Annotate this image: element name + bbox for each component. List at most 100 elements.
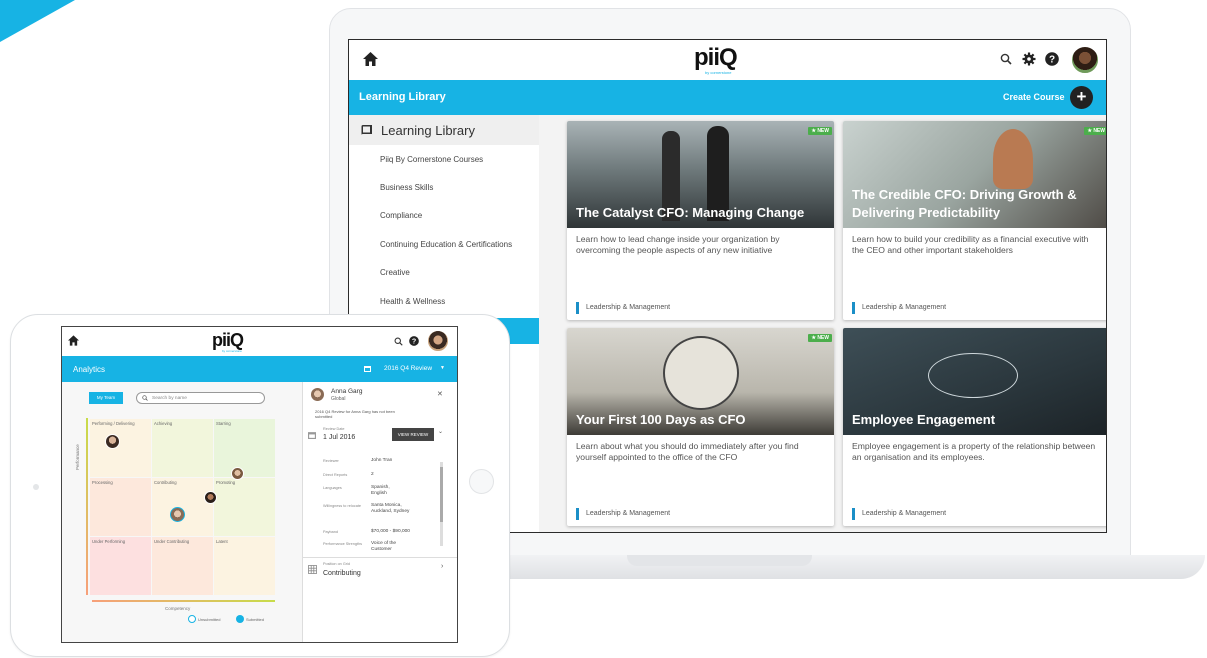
field-label: Languages xyxy=(323,486,342,490)
employee-name: Anna Garg xyxy=(331,388,363,395)
field-label: Willingness to relocate xyxy=(323,504,361,508)
home-icon[interactable] xyxy=(68,335,79,346)
field-value: $70,000 - $90,000 xyxy=(371,529,410,534)
sidebar-item-business-skills[interactable]: Business Skills xyxy=(349,173,539,201)
book-icon xyxy=(361,124,372,135)
scrollbar-thumb[interactable] xyxy=(440,467,443,522)
chevron-down-icon[interactable]: ⌄ xyxy=(438,428,443,435)
employee-detail-panel: Anna Garg Global ✕ 2016 Q4 Review for An… xyxy=(302,382,457,642)
piiq-logo: piiQ xyxy=(212,330,244,350)
course-title: The Catalyst CFO: Managing Change xyxy=(576,205,805,220)
user-avatar[interactable] xyxy=(427,330,449,352)
new-badge: ★ NEW xyxy=(808,127,832,135)
sidebar-item-creative[interactable]: Creative xyxy=(349,259,539,287)
create-course-label[interactable]: Create Course xyxy=(1003,92,1065,102)
course-tag: Leadership & Management xyxy=(576,302,670,314)
course-image: Employee Engagement xyxy=(843,328,1106,435)
search-input[interactable]: Search by name xyxy=(136,392,265,404)
employee-avatar[interactable] xyxy=(204,491,217,504)
tablet-top-bar: piiQ by cornerstone ? xyxy=(62,327,457,356)
course-title: Employee Engagement xyxy=(852,412,996,427)
legend-unsubmitted-swatch xyxy=(188,615,196,623)
field-label: Reviewer xyxy=(323,459,339,463)
position-label: Position on Grid xyxy=(323,562,351,566)
piiq-logo: piiQ xyxy=(694,44,738,71)
view-review-button[interactable]: VIEW REVIEW xyxy=(392,428,434,441)
learning-library-bar: Learning Library Create Course + xyxy=(349,80,1106,115)
search-icon[interactable] xyxy=(1000,53,1012,65)
person-silhouette xyxy=(993,129,1033,189)
employee-region: Global xyxy=(331,396,346,402)
logo-subtitle: by cornerstone xyxy=(705,70,732,75)
course-title: The Credible CFO: Driving Growth & Deliv… xyxy=(852,187,1077,220)
y-axis-label: Performance xyxy=(75,444,80,470)
chalk-circle xyxy=(928,353,1018,398)
sidebar-header[interactable]: Learning Library xyxy=(349,115,539,145)
review-period-select[interactable]: 2016 Q4 Review xyxy=(384,365,432,372)
grid-cell[interactable]: Under Contributing xyxy=(152,537,213,595)
course-image: ★ NEW Your First 100 Days as CFO xyxy=(567,328,834,435)
close-icon[interactable]: ✕ xyxy=(437,390,443,398)
sidebar-item-label: Health & Wellness xyxy=(380,296,446,306)
sidebar-item-health-wellness[interactable]: Health & Wellness xyxy=(349,287,539,315)
top-bar: piiQ by cornerstone ? xyxy=(349,40,1106,80)
grid-cell[interactable]: Processing xyxy=(90,478,151,536)
course-image: ★ NEW The Credible CFO: Driving Growth &… xyxy=(843,121,1106,228)
course-image: ★ NEW The Catalyst CFO: Managing Change xyxy=(567,121,834,228)
svg-text:?: ? xyxy=(412,338,416,346)
position-value: Contributing xyxy=(323,570,361,577)
scrollbar-track[interactable] xyxy=(440,462,443,546)
help-icon[interactable]: ? xyxy=(409,336,419,346)
sidebar-item-label: Creative xyxy=(380,268,410,278)
page-title: Analytics xyxy=(73,365,106,374)
chevron-right-icon[interactable]: › xyxy=(441,563,443,570)
employee-avatar[interactable] xyxy=(105,434,120,449)
user-avatar[interactable] xyxy=(1071,46,1099,74)
grid-cell[interactable]: Achieving xyxy=(152,419,213,477)
grid-cell[interactable]: Latent xyxy=(214,537,275,595)
grid-cell[interactable]: Contributing xyxy=(152,478,213,536)
new-badge: ★ NEW xyxy=(808,334,832,342)
course-description: Employee engagement is a property of the… xyxy=(852,441,1096,462)
my-team-button[interactable]: My Team xyxy=(89,392,123,404)
add-course-button[interactable]: + xyxy=(1070,86,1093,109)
review-date-value: 1 Jul 2016 xyxy=(323,434,356,441)
course-card[interactable]: ★ NEW The Credible CFO: Driving Growth &… xyxy=(843,121,1106,320)
chevron-down-icon[interactable]: ▼ xyxy=(440,365,445,371)
sidebar-item-piiq-courses[interactable]: Piiq By Cornerstone Courses xyxy=(349,145,539,173)
calendar-icon xyxy=(308,432,316,439)
divider xyxy=(303,557,457,558)
grid-cell[interactable]: Performing / Delivering xyxy=(90,419,151,477)
analytics-bar: Analytics 2016 Q4 Review ▼ xyxy=(62,356,457,382)
course-card[interactable]: ★ NEW Your First 100 Days as CFO Learn a… xyxy=(567,328,834,526)
course-description: Learn about what you should do immediate… xyxy=(576,441,799,462)
grid-icon xyxy=(308,565,317,574)
tablet-home-button[interactable] xyxy=(469,469,494,494)
sidebar-item-label: Continuing Education & Certifications xyxy=(380,239,513,249)
corner-accent xyxy=(0,0,75,42)
course-card[interactable]: ★ NEW The Catalyst CFO: Managing Change … xyxy=(567,121,834,320)
gear-icon[interactable] xyxy=(1022,52,1036,66)
employee-avatar[interactable] xyxy=(231,467,244,480)
course-tag: Leadership & Management xyxy=(852,302,946,314)
sidebar-item-continuing-education[interactable]: Continuing Education & Certifications xyxy=(349,230,539,258)
grid-cell[interactable]: Promoting xyxy=(214,478,275,536)
course-description: Learn how to lead change inside your org… xyxy=(576,234,780,255)
search-icon[interactable] xyxy=(394,337,403,346)
laptop-notch xyxy=(627,555,812,566)
employee-avatar-selected[interactable] xyxy=(170,507,185,522)
grid-cell[interactable]: Under Performing xyxy=(90,537,151,595)
sidebar-item-compliance[interactable]: Compliance xyxy=(349,202,539,230)
sidebar-item-label: Compliance xyxy=(380,211,423,221)
help-icon[interactable]: ? xyxy=(1045,52,1059,66)
field-label: Direct Reports xyxy=(323,473,348,477)
home-icon[interactable] xyxy=(363,52,378,66)
course-card[interactable]: Employee Engagement Employee engagement … xyxy=(843,328,1106,526)
page-title: Learning Library xyxy=(359,91,446,103)
field-value: 2 xyxy=(371,472,374,477)
field-value: Spanish, English xyxy=(371,485,390,496)
grid-cell[interactable]: Starring xyxy=(214,419,275,477)
field-label: Performance Strengths xyxy=(323,542,363,546)
legend-submitted-label: Submitted xyxy=(246,617,265,622)
tablet-screen: piiQ by cornerstone ? Analytics 2016 Q4 … xyxy=(61,326,458,643)
